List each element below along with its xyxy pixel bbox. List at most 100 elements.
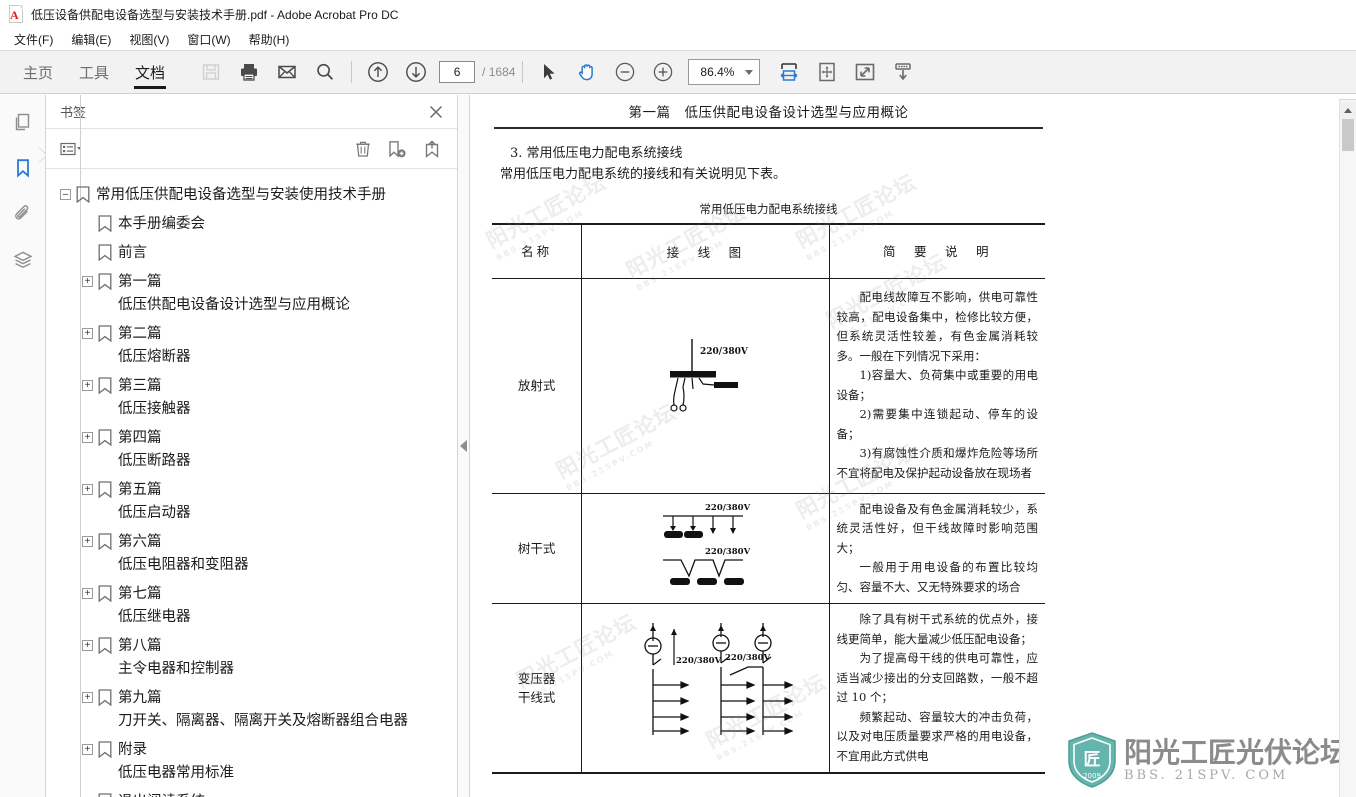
save-button[interactable] (192, 53, 230, 91)
expand-bookmarks-button[interactable] (421, 139, 443, 159)
email-button[interactable] (268, 53, 306, 91)
bookmark-item[interactable]: 本手册编委会 (46, 210, 457, 239)
bookmark-label: 第九篇 刀开关、隔离器、隔离开关及熔断器组合电器 (118, 690, 408, 729)
bookmark-icon (98, 689, 112, 707)
expand-icon[interactable]: + (82, 692, 93, 703)
sidebar-item-attachments[interactable] (6, 197, 40, 231)
previous-page-button[interactable] (359, 53, 397, 91)
bookmark-item[interactable]: + 第五篇 低压启动器 (46, 476, 457, 528)
bookmark-icon (98, 325, 112, 343)
tab-document[interactable]: 文档 (122, 50, 178, 94)
pdf-page: 阳光工匠论坛 BBS.21SPV.COM 阳光工匠论坛 BBS.21SPV.CO… (482, 95, 1045, 797)
expand-icon[interactable]: + (82, 484, 93, 495)
delete-bookmark-button[interactable] (353, 139, 373, 159)
scroll-up-button[interactable] (1340, 102, 1356, 119)
attachments-icon (14, 205, 28, 220)
next-page-button[interactable] (397, 53, 435, 91)
collapse-panel-icon[interactable] (460, 440, 467, 452)
sidebar-item-layers[interactable] (6, 243, 40, 277)
bookmark-item[interactable]: – 常用低压供配电设备选型与安装使用技术手册 (46, 181, 457, 210)
menu-file[interactable]: 文件(F) (6, 29, 61, 50)
expand-icon[interactable]: + (82, 536, 93, 547)
vertical-scrollbar[interactable] (1339, 95, 1356, 797)
close-panel-button[interactable] (425, 101, 447, 123)
tab-home[interactable]: 主页 (10, 50, 66, 94)
bookmark-item[interactable]: + 附录 低压电器常用标准 (46, 736, 457, 788)
logo-chinese-text: 阳光工匠光伏论坛 (1123, 735, 1348, 769)
zoom-level-combobox[interactable]: 86.4% (688, 59, 761, 85)
document-viewer[interactable]: 阳光工匠论坛 BBS.21SPV.COM 阳光工匠论坛 BBS.21SPV.CO… (470, 95, 1356, 797)
section-heading-line2: 常用低压电力配电系统的接线和有关说明见下表。 (500, 167, 787, 182)
menu-window[interactable]: 窗口(W) (179, 29, 238, 50)
bookmark-item[interactable]: 前言 (46, 239, 457, 268)
expand-icon[interactable]: + (82, 276, 93, 287)
fit-width-button[interactable] (770, 53, 808, 91)
bookmarks-icon (16, 159, 29, 178)
zoom-in-button[interactable] (644, 53, 682, 91)
menu-view[interactable]: 视图(V) (121, 29, 177, 50)
search-button[interactable] (306, 53, 344, 91)
zoom-out-button[interactable] (606, 53, 644, 91)
sidebar-item-bookmarks[interactable] (6, 151, 40, 185)
panel-splitter[interactable] (458, 95, 470, 797)
sidebar-item-page-thumbnails[interactable] (6, 105, 40, 139)
desc-para: 除了具有树干式系统的优点外，接线更简单，能大量减少低压配电设备； (836, 612, 1039, 646)
table-row: 放射式 220/380V 配电线故障互不影响，供电可靠性较高，配电设备集中，检修… (492, 278, 1045, 494)
shield-logo-icon: 匠 2009 (1068, 732, 1116, 788)
expand-icon[interactable]: + (82, 380, 93, 391)
bookmark-item[interactable]: + 第六篇 低压电阻器和变阻器 (46, 528, 457, 580)
table-caption: 常用低压电力配电系统接线 (699, 202, 838, 216)
new-bookmark-button[interactable] (386, 139, 408, 159)
menu-help[interactable]: 帮助(H) (241, 29, 298, 50)
expand-icon[interactable]: + (82, 432, 93, 443)
fullscreen-button[interactable] (846, 53, 884, 91)
fit-page-button[interactable] (808, 53, 846, 91)
expand-icon[interactable]: + (82, 640, 93, 651)
expand-icon[interactable]: + (82, 328, 93, 339)
bookmarks-tree[interactable]: – 常用低压供配电设备选型与安装使用技术手册 本手册编委会 前言 + 第一篇 低压供配电设… (46, 95, 457, 797)
bookmark-item[interactable]: 退出阅读系统 (46, 788, 457, 797)
window-title: 低压设备供配电设备选型与安装技术手册.pdf - Adobe Acrobat P… (31, 7, 399, 22)
bookmark-item[interactable]: + 第七篇 低压继电器 (46, 580, 457, 632)
table-row: 树干式 220/380V 220/380V 配电设备及有色金属消耗较少，系统灵活… (492, 493, 1045, 604)
desc-para: 一般用于用电设备的布置比较均匀、容量不大、又无特殊要求的场合 (836, 560, 1039, 594)
page-total-label: / 1684 (482, 65, 516, 79)
scroll-down-button[interactable] (884, 53, 922, 91)
select-tool-button[interactable] (530, 53, 568, 91)
row-diagram: 220/380V (581, 278, 830, 494)
radial-wiring-diagram: 220/380V (670, 338, 749, 412)
bookmark-item[interactable]: + 第一篇 低压供配电设备设计选型与应用概论 (46, 268, 457, 320)
envelope-icon (278, 65, 296, 79)
menu-edit[interactable]: 编辑(E) (63, 29, 119, 50)
page-thumbnails-icon (15, 113, 29, 131)
bookmark-item[interactable]: + 第九篇 刀开关、隔离器、隔离开关及熔断器组合电器 (46, 684, 457, 736)
expand-icon[interactable]: + (82, 588, 93, 599)
page-number-input[interactable]: 6 (439, 61, 476, 83)
bookmark-item[interactable]: + 第四篇 低压断路器 (46, 424, 457, 476)
logo-english-text: BBS. 21SPV. COM (1123, 767, 1289, 783)
expand-bookmarks-icon (425, 139, 439, 158)
bookmark-label: 附录 低压电器常用标准 (118, 742, 234, 781)
scrollbar-top-stub (1339, 95, 1356, 100)
desc-para: 为了提高母干线的供电可靠性，应适当减少接出的分支回路数，一般不超过 10 个； (836, 651, 1039, 704)
menu-bar: 文件(F) 编辑(E) 视图(V) 窗口(W) 帮助(H) (0, 28, 1356, 50)
row-description: 配电设备及有色金属消耗较少，系统灵活性好，但干线故障时影响范围大； 一般用于用电… (828, 493, 1045, 604)
header-rule (494, 127, 1043, 129)
bookmark-item[interactable]: + 第三篇 低压接触器 (46, 372, 457, 424)
bookmark-item[interactable]: + 第八篇 主令电器和控制器 (46, 632, 457, 684)
expand-icon[interactable]: + (82, 744, 93, 755)
tab-tools[interactable]: 工具 (66, 50, 122, 94)
bookmark-item[interactable]: + 第二篇 低压熔断器 (46, 320, 457, 372)
svg-text:220/380V: 220/380V (705, 503, 751, 513)
bookmark-label: 第八篇 主令电器和控制器 (118, 638, 234, 677)
printer-icon (241, 64, 258, 81)
collapse-icon[interactable]: – (60, 189, 71, 200)
scrollbar-thumb[interactable] (1342, 119, 1354, 151)
bookmark-icon (98, 741, 112, 759)
header-name: 名称 (492, 223, 583, 279)
hand-tool-button[interactable] (568, 53, 606, 91)
arrow-down-circle-icon (406, 62, 426, 82)
print-button[interactable] (230, 53, 268, 91)
